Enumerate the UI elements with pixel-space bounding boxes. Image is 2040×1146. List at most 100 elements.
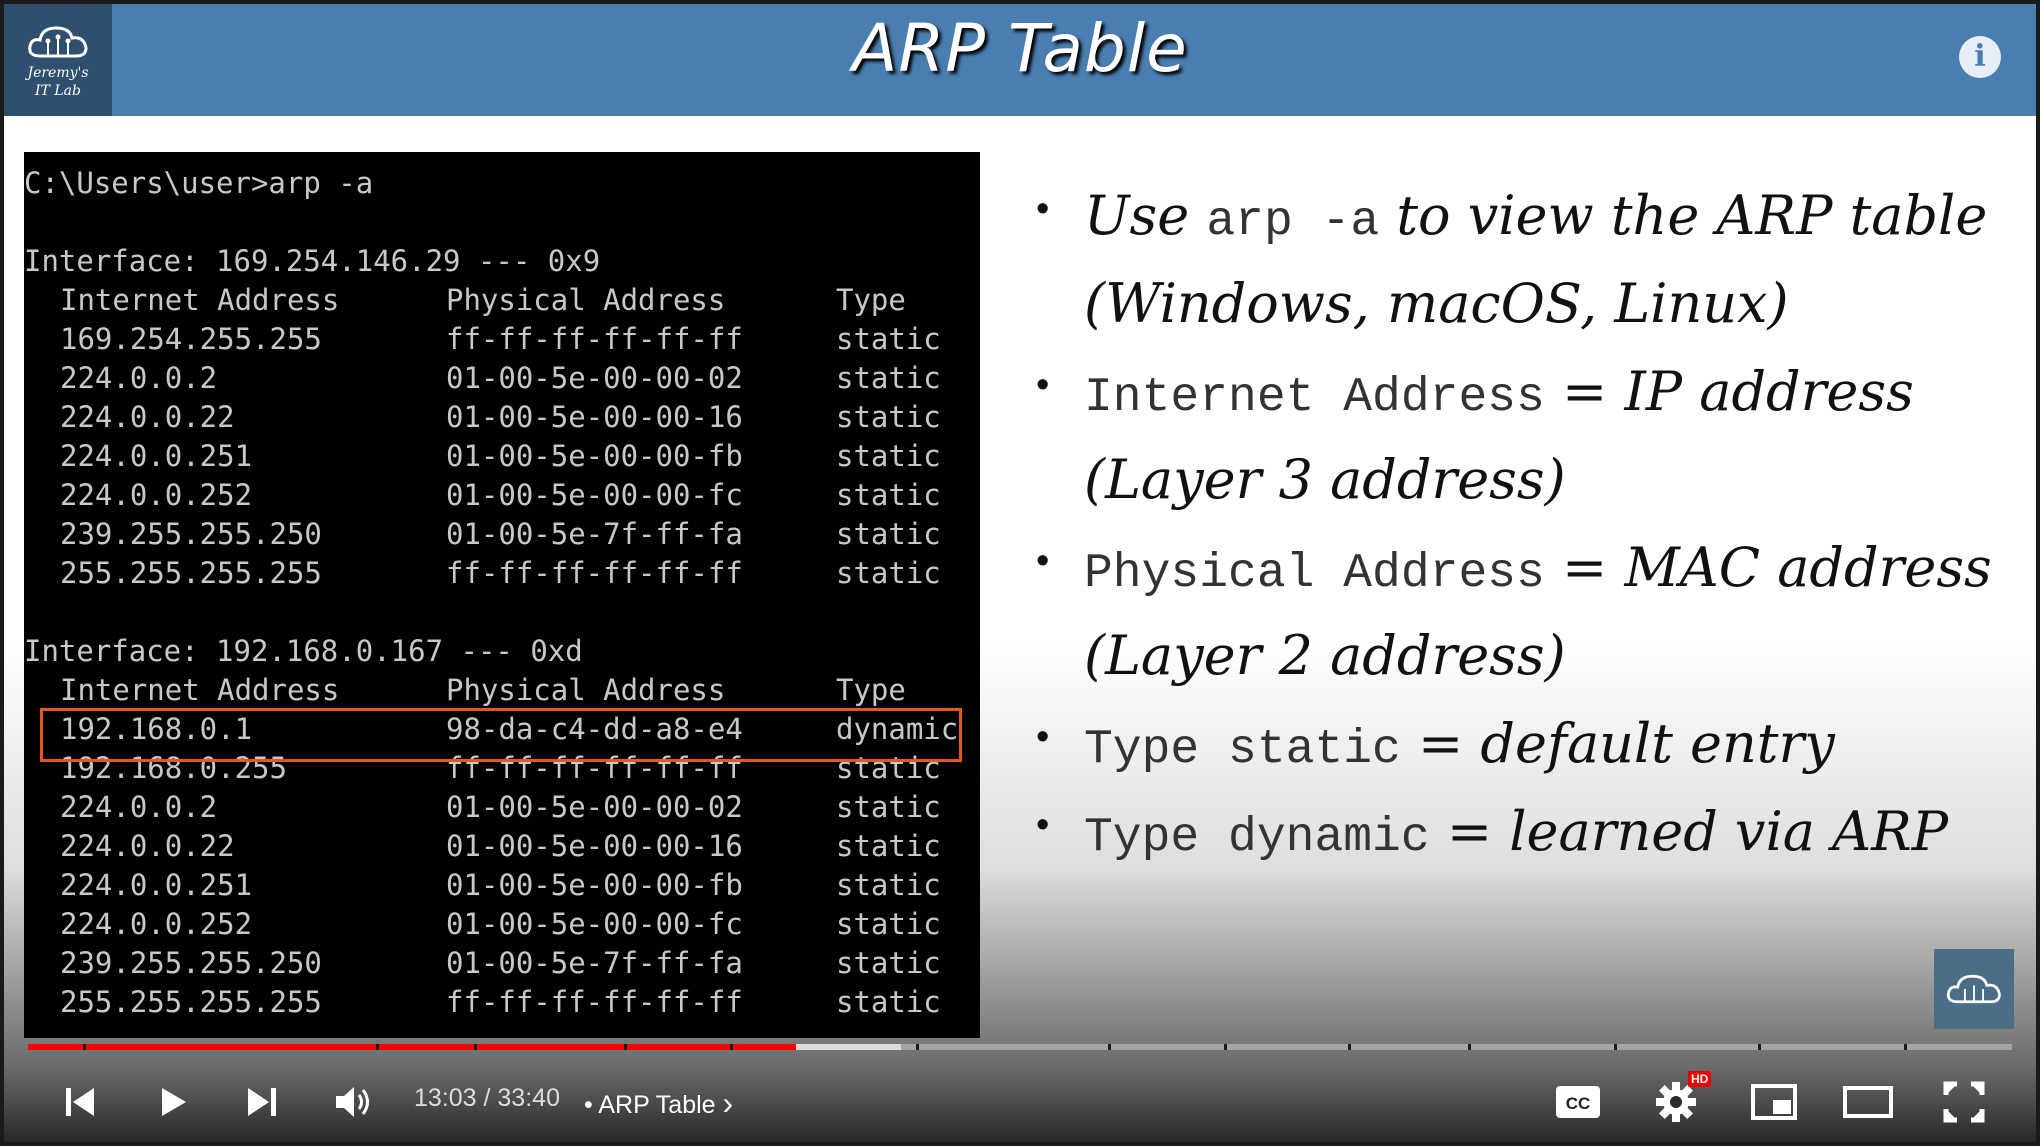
duration: 33:40 xyxy=(497,1084,560,1112)
chapter-marker xyxy=(916,1044,919,1050)
arp-entry-row: 255.255.255.255 ff-ff-ff-ff-ff-ff static xyxy=(24,983,980,1022)
code-term: Type dynamic xyxy=(1084,811,1430,865)
theater-mode-button[interactable] xyxy=(1838,1076,1898,1128)
entry-type: static xyxy=(836,946,941,980)
arp-entry-row: 224.0.0.252 01-00-5e-00-00-fc static xyxy=(24,905,980,944)
bullet-text: = IP address xyxy=(1544,360,1914,423)
bullet-dot: • xyxy=(1036,716,1050,758)
entry-type: static xyxy=(836,517,941,551)
chapter-marker xyxy=(1468,1044,1471,1050)
chapter-dot: • xyxy=(584,1091,593,1119)
internet-address: 255.255.255.255 xyxy=(60,985,322,1019)
column-headers: Internet Address Physical Address Type xyxy=(24,281,980,320)
internet-address: 224.0.0.22 xyxy=(60,829,235,863)
play-icon xyxy=(162,1088,186,1116)
arp-entry-row: 224.0.0.2 01-00-5e-00-00-02 static xyxy=(24,359,980,398)
bullet-line: Use arp -a to view the ARP table xyxy=(1084,184,1987,249)
internet-address: 224.0.0.252 xyxy=(60,907,253,941)
physical-address: 01-00-5e-00-00-16 xyxy=(446,400,743,434)
physical-address: 01-00-5e-00-00-02 xyxy=(446,790,743,824)
arp-entry-row: 224.0.0.2 01-00-5e-00-00-02 static xyxy=(24,788,980,827)
slide-title-bar: Jeremy's IT Lab ARP Table i xyxy=(4,4,2036,116)
chapter-marker xyxy=(1348,1044,1351,1050)
bullet-text: Use xyxy=(1084,184,1207,247)
current-time: 13:03 xyxy=(414,1084,477,1112)
mute-button[interactable] xyxy=(324,1076,384,1128)
chapter-marker xyxy=(1108,1044,1111,1050)
arp-entry-row: 224.0.0.22 01-00-5e-00-00-16 static xyxy=(24,827,980,866)
arp-entry-row: 224.0.0.22 01-00-5e-00-00-16 static xyxy=(24,398,980,437)
internet-address: 169.254.255.255 xyxy=(60,322,322,356)
entry-type: static xyxy=(836,907,941,941)
bullet-subline: (Layer 3 address) xyxy=(1084,448,1566,511)
progress-bar[interactable] xyxy=(28,1044,2012,1050)
bullet-line: Internet Address = IP address xyxy=(1084,360,1914,425)
bullet-text: = default entry xyxy=(1400,712,1835,775)
chapter-title-button[interactable]: • ARP Table › xyxy=(584,1084,733,1121)
play-button[interactable] xyxy=(144,1076,200,1128)
info-icon[interactable]: i xyxy=(1959,36,2001,78)
subtitles-button[interactable]: CC xyxy=(1552,1076,1604,1128)
physical-address: ff-ff-ff-ff-ff-ff xyxy=(446,985,743,1019)
entry-type: static xyxy=(836,868,941,902)
fullscreen-button[interactable] xyxy=(1936,1076,1992,1128)
chapter-marker xyxy=(1758,1044,1761,1050)
entry-type: static xyxy=(836,400,941,434)
bullet-text: = MAC address xyxy=(1544,536,1992,599)
next-button[interactable] xyxy=(234,1076,290,1128)
terminal-screenshot: C:\Users\user>arp -a Interface: 169.254.… xyxy=(24,152,980,1038)
theater-mode-icon xyxy=(1843,1086,1893,1118)
fullscreen-icon xyxy=(1943,1081,1985,1123)
chapter-marker xyxy=(730,1044,733,1050)
chapter-marker xyxy=(1614,1044,1617,1050)
entry-type: static xyxy=(836,556,941,590)
video-player[interactable]: Jeremy's IT Lab ARP Table i C:\Users\use… xyxy=(0,0,2040,1146)
entry-type: static xyxy=(836,478,941,512)
bullet-subline: (Layer 2 address) xyxy=(1084,624,1566,687)
entry-type: static xyxy=(836,322,941,356)
chapter-marker xyxy=(1904,1044,1907,1050)
physical-address: 01-00-5e-00-00-fb xyxy=(446,868,743,902)
bullet-text: to view the ARP table xyxy=(1379,184,1988,247)
bullet-dot: • xyxy=(1036,364,1050,406)
bullet-subline: (Windows, macOS, Linux) xyxy=(1084,272,1789,335)
physical-address: ff-ff-ff-ff-ff-ff xyxy=(446,322,743,356)
time-display: 13:03 / 33:40 xyxy=(414,1084,560,1113)
miniplayer-button[interactable] xyxy=(1746,1076,1802,1128)
cc-label: CC xyxy=(1566,1094,1591,1113)
chapter-marker xyxy=(624,1044,627,1050)
physical-address: 01-00-5e-7f-ff-fa xyxy=(446,517,743,551)
physical-address: 01-00-5e-00-00-fb xyxy=(446,439,743,473)
physical-address: 01-00-5e-00-00-fc xyxy=(446,478,743,512)
code-term: arp -a xyxy=(1206,195,1380,249)
slide-title: ARP Table xyxy=(852,10,1188,87)
column-header: Internet Address xyxy=(60,283,340,317)
internet-address: 224.0.0.22 xyxy=(60,400,235,434)
internet-address: 224.0.0.251 xyxy=(60,868,253,902)
chapter-marker xyxy=(1224,1044,1227,1050)
physical-address: ff-ff-ff-ff-ff-ff xyxy=(446,556,743,590)
skip-next-icon xyxy=(248,1088,276,1116)
physical-address: 01-00-5e-00-00-fc xyxy=(446,907,743,941)
previous-button[interactable] xyxy=(52,1076,108,1128)
column-header: Type xyxy=(836,673,906,707)
bullet-line: Physical Address = MAC address xyxy=(1084,536,1992,601)
interface-header: Interface: 169.254.146.29 --- 0x9 xyxy=(24,244,601,278)
physical-address: 01-00-5e-00-00-16 xyxy=(446,829,743,863)
player-controls: 13:03 / 33:40 • ARP Table › CC xyxy=(0,1070,2040,1146)
entry-type: static xyxy=(836,439,941,473)
internet-address: 239.255.255.250 xyxy=(60,946,322,980)
arp-entry-row: 224.0.0.252 01-00-5e-00-00-fc static xyxy=(24,476,980,515)
code-term: Type static xyxy=(1084,723,1401,777)
chevron-right-icon: › xyxy=(722,1085,734,1121)
physical-address: 01-00-5e-7f-ff-fa xyxy=(446,946,743,980)
chapter-title: ARP Table xyxy=(598,1091,716,1119)
internet-address: 224.0.0.252 xyxy=(60,478,253,512)
channel-watermark[interactable] xyxy=(1934,949,2014,1029)
bullet-dot: • xyxy=(1036,188,1050,230)
bullet-dot: • xyxy=(1036,540,1050,582)
entry-type: static xyxy=(836,361,941,395)
entry-type: static xyxy=(836,829,941,863)
skip-previous-icon xyxy=(66,1088,94,1116)
column-headers: Internet Address Physical Address Type xyxy=(24,671,980,710)
